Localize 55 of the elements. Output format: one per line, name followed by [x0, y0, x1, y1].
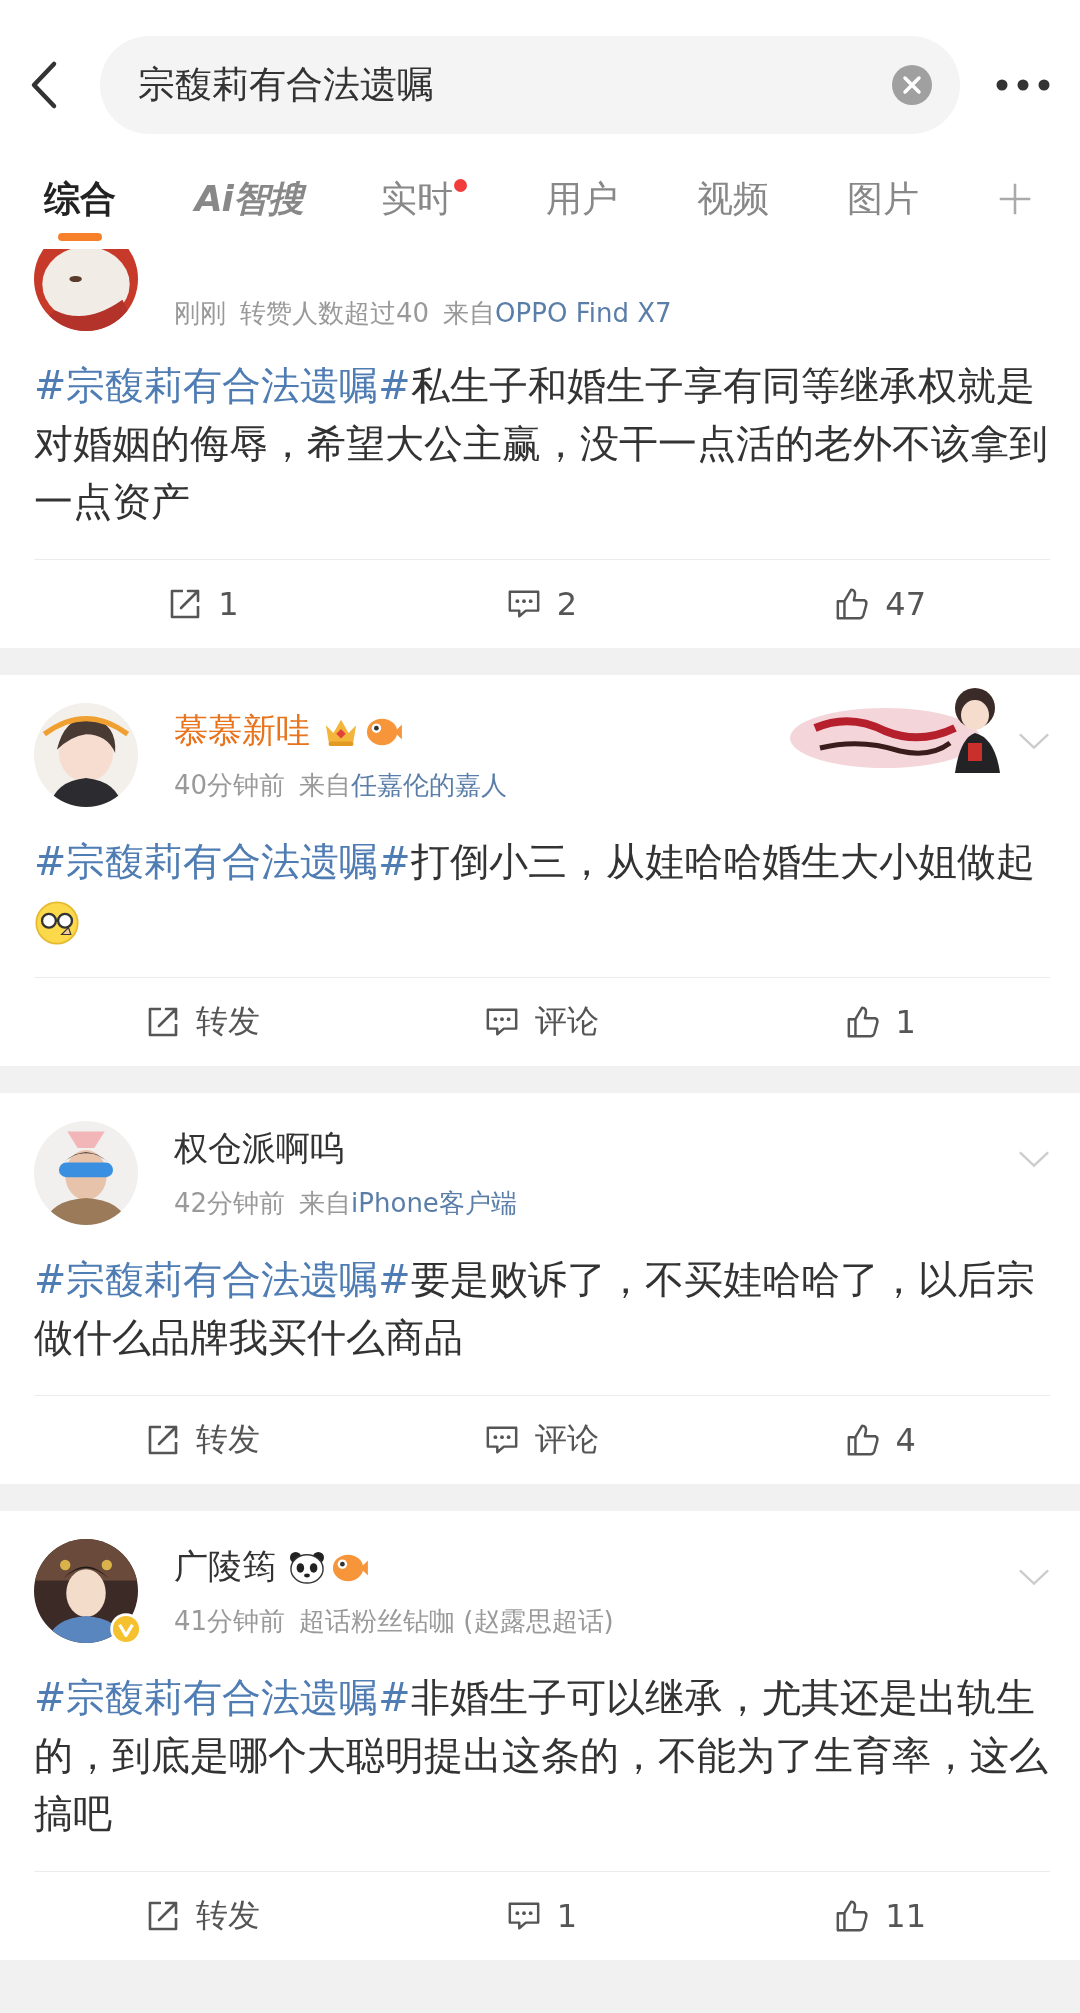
comment-button[interactable]: 评论 [372, 1396, 712, 1484]
source-link[interactable]: OPPO Find X7 [495, 298, 672, 328]
comment-button[interactable]: 评论 [372, 978, 712, 1066]
clear-icon[interactable] [892, 65, 932, 105]
post-meta: 41分钟前 [174, 1605, 286, 1636]
post-text: #宗馥莉有合法遗嘱#私生子和婚生子享有同等继承权就是对婚姻的侮辱，希望大公主赢，没干一点活的老外不该拿到一点资产 [34, 357, 1050, 560]
repost-button[interactable]: 转发 [34, 978, 373, 1066]
post-meta: 来自 [443, 298, 496, 328]
comment-button[interactable]: 1 [372, 1872, 712, 1960]
post-meta: 来自 [299, 769, 352, 800]
repost-button[interactable]: 1 [34, 560, 373, 648]
more-icon[interactable] [996, 79, 1050, 91]
post-meta: 转赞人数超过40 [240, 298, 430, 328]
like-icon [835, 1899, 870, 1933]
comment-icon [506, 1899, 541, 1933]
chevron-down-icon[interactable] [1018, 731, 1050, 751]
tab[interactable]: 用户 [546, 149, 619, 249]
post-text: #宗馥莉有合法遗嘱#要是败诉了，不买娃哈哈了，以后宗做什么品牌我买什么商品 [34, 1251, 1050, 1396]
comment-icon [506, 587, 541, 621]
post-text: #宗馥莉有合法遗嘱#非婚生子可以继承，尤其还是出轨生的，到底是哪个大聪明提出这条的，不能为了生育率，这么搞吧 [34, 1669, 1050, 1872]
like-button[interactable]: 11 [711, 1872, 1050, 1960]
post-meta: 超话粉丝钻咖 (赵露思超话) [299, 1605, 614, 1636]
user-name[interactable]: 权仓派啊呜 [174, 1125, 344, 1172]
repost-button[interactable]: 转发 [34, 1396, 373, 1484]
tab[interactable]: 实时 [381, 149, 468, 249]
post-meta: 来自 [299, 1187, 352, 1218]
search-text: 宗馥莉有合法遗嘱 [138, 62, 435, 108]
comment-icon [485, 1005, 519, 1039]
source-link[interactable]: 任嘉伦的嘉人 [351, 769, 508, 800]
tab[interactable]: 综合 [44, 149, 116, 249]
add-icon[interactable] [997, 182, 1032, 216]
post-meta: 40分钟前 [174, 769, 286, 800]
like-icon [835, 587, 870, 621]
user-name[interactable]: 广陵筠 [174, 1543, 276, 1590]
like-button[interactable]: 4 [711, 1396, 1050, 1484]
comment-button[interactable]: 2 [372, 560, 712, 648]
like-button[interactable]: 1 [711, 978, 1050, 1066]
like-icon [845, 1423, 880, 1457]
repost-button[interactable]: 转发 [34, 1872, 373, 1960]
tab[interactable]: 图片 [847, 149, 920, 249]
comment-icon [485, 1423, 519, 1457]
hashtag-link[interactable]: #宗馥莉有合法遗嘱# [34, 363, 411, 408]
chevron-down-icon[interactable] [1018, 1567, 1050, 1587]
hashtag-link[interactable]: #宗馥莉有合法遗嘱# [34, 1257, 411, 1302]
source-link[interactable]: iPhone客户端 [351, 1187, 517, 1218]
hashtag-link[interactable]: #宗馥莉有合法遗嘱# [34, 1675, 411, 1720]
post-meta: 42分钟前 [174, 1187, 286, 1218]
like-button[interactable]: 47 [711, 560, 1050, 648]
search-field[interactable]: 宗馥莉有合法遗嘱 [100, 36, 960, 134]
hashtag-link[interactable]: #宗馥莉有合法遗嘱# [34, 839, 411, 884]
post-text: #宗馥莉有合法遗嘱#打倒小三，从娃哈哈婚生大小姐做起 [34, 833, 1050, 978]
post-meta: 刚刚 [174, 298, 226, 328]
chevron-down-icon[interactable] [1018, 1149, 1050, 1169]
like-icon [845, 1005, 880, 1039]
tab[interactable]: 视频 [696, 149, 769, 249]
